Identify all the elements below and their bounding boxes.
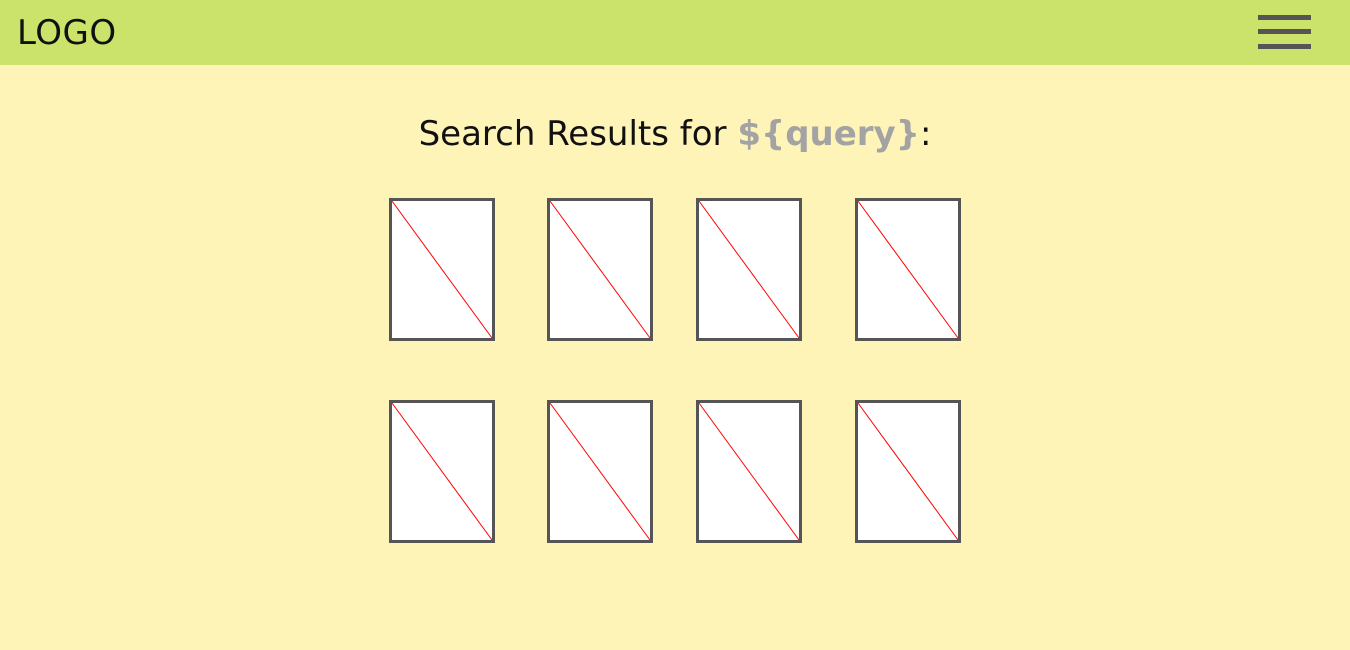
image-placeholder-icon (547, 198, 653, 341)
result-item[interactable] (547, 198, 653, 341)
image-placeholder-icon (547, 400, 653, 543)
menu-bar (1258, 44, 1311, 49)
image-placeholder-icon (855, 400, 961, 543)
menu-bar (1258, 29, 1311, 34)
image-placeholder-icon (696, 400, 802, 543)
result-item[interactable] (389, 400, 495, 543)
title-suffix: : (919, 114, 932, 154)
search-query: ${query} (737, 114, 920, 154)
result-item[interactable] (389, 198, 495, 341)
result-item[interactable] (696, 198, 802, 341)
hamburger-menu-icon[interactable] (1256, 13, 1312, 53)
logo[interactable]: LOGO (17, 12, 117, 54)
image-placeholder-icon (389, 400, 495, 543)
result-item[interactable] (547, 400, 653, 543)
result-item[interactable] (855, 198, 961, 341)
title-prefix: Search Results for (418, 114, 738, 154)
page-title: Search Results for ${query}: (0, 112, 1350, 156)
image-placeholder-icon (855, 198, 961, 341)
result-item[interactable] (696, 400, 802, 543)
image-placeholder-icon (696, 198, 802, 341)
top-bar: LOGO (0, 0, 1350, 65)
menu-bar (1258, 15, 1311, 20)
result-item[interactable] (855, 400, 961, 543)
image-placeholder-icon (389, 198, 495, 341)
